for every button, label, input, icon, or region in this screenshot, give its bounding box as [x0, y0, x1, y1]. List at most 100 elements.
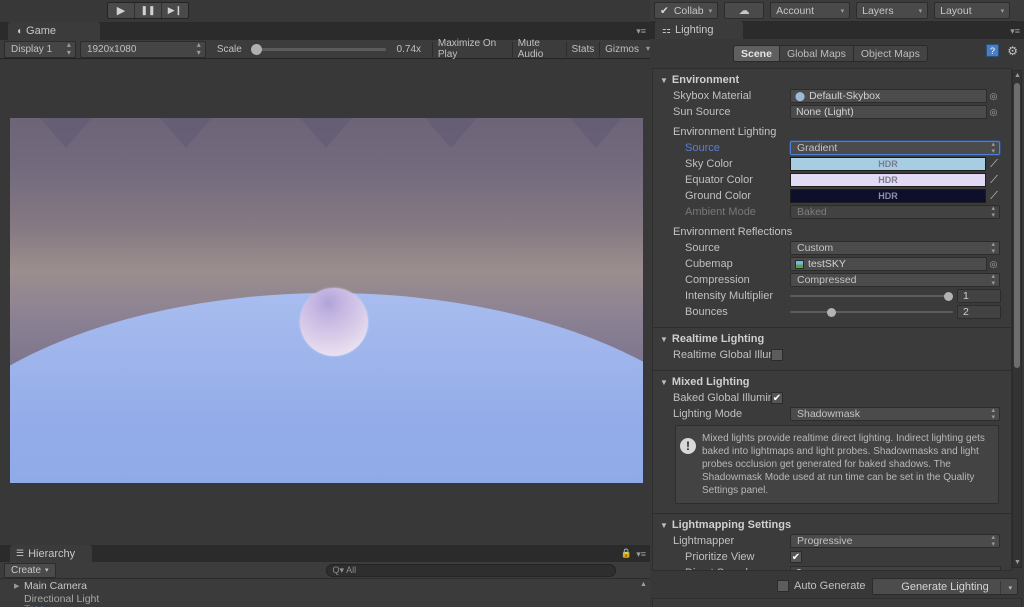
- play-controls[interactable]: ▶ ❚❚ ▶❙: [107, 2, 189, 19]
- equator-color-swatch[interactable]: HDR: [790, 173, 986, 187]
- play-button[interactable]: ▶: [108, 3, 135, 18]
- list-item[interactable]: ▶ Main Camera: [0, 579, 650, 592]
- baked-gi-label: Baked Global Illuminat: [673, 392, 771, 404]
- subtab-object-maps[interactable]: Object Maps: [853, 46, 927, 61]
- auto-generate-toggle[interactable]: Auto Generate: [777, 580, 866, 592]
- lighting-tab-strip: ⚏ Lighting ▾≡: [650, 21, 1024, 39]
- row-bounces: Bounces 2: [653, 304, 1011, 320]
- chevron-down-icon: ▾: [1000, 7, 1005, 15]
- eyedropper-icon[interactable]: ⟋: [986, 174, 1002, 187]
- game-pad-icon: ◖: [16, 25, 23, 37]
- bounces-slider[interactable]: [790, 306, 953, 318]
- object-picker-icon[interactable]: ◎: [987, 91, 1000, 102]
- chevron-updown-icon: ▴ ▾: [991, 273, 995, 287]
- resolution-dropdown[interactable]: 1920x1080 ▴ ▾: [79, 40, 206, 58]
- section-header-lightmapping-settings[interactable]: ▼ Lightmapping Settings: [653, 517, 1011, 533]
- subtab-global-maps[interactable]: Global Maps: [779, 46, 854, 61]
- skybox-material-field[interactable]: ⬤ Default-Skybox: [790, 89, 987, 103]
- layout-button[interactable]: Layout ▾: [934, 2, 1011, 19]
- scrollbar-thumb[interactable]: [1014, 83, 1020, 368]
- row-baked-gi: Baked Global Illuminat ✔: [653, 390, 1011, 406]
- sky-color-swatch[interactable]: HDR: [790, 157, 986, 171]
- display-dropdown[interactable]: Display 1 ▴ ▾: [4, 40, 76, 58]
- mute-audio-toggle[interactable]: Mute Audio: [513, 38, 566, 60]
- scale-slider-knob[interactable]: [250, 43, 262, 55]
- chevron-updown-icon: ▴ ▾: [196, 40, 201, 57]
- bounces-input[interactable]: 2: [957, 305, 1001, 319]
- list-item[interactable]: Directional Light: [0, 592, 650, 605]
- cloud-button[interactable]: ☁: [724, 2, 765, 19]
- skybox-material-label: Skybox Material: [673, 90, 752, 102]
- lighting-window: ✔ Collab ▾ ☁ Account ▾ Layers ▾ Layout ▾…: [650, 0, 1024, 607]
- game-panel-menu-icon[interactable]: ▾≡: [636, 26, 646, 37]
- refl-source-dropdown[interactable]: Custom ▴ ▾: [790, 241, 1000, 255]
- section-header-mixed-lighting[interactable]: ▼ Mixed Lighting: [653, 374, 1011, 390]
- collab-button[interactable]: ✔ Collab ▾: [654, 2, 719, 19]
- scale-slider[interactable]: [250, 43, 386, 55]
- chevron-down-icon[interactable]: ▾: [1008, 584, 1012, 592]
- maximize-on-play-toggle[interactable]: Maximize On Play: [433, 38, 512, 60]
- section-header-realtime-lighting[interactable]: ▼ Realtime Lighting: [653, 331, 1011, 347]
- layers-button[interactable]: Layers ▾: [856, 2, 929, 19]
- lighting-mode-dropdown[interactable]: Shadowmask ▴ ▾: [790, 407, 1000, 421]
- slider-knob[interactable]: [944, 291, 953, 301]
- gizmos-dropdown[interactable]: Gizmos: [600, 44, 644, 55]
- lighting-panel-menu-icon[interactable]: ▾≡: [1010, 26, 1020, 37]
- scroll-up-arrow-icon[interactable]: ▲: [1014, 72, 1021, 79]
- tab-lighting[interactable]: ⚏ Lighting: [655, 21, 743, 39]
- eyedropper-icon[interactable]: ⟋: [986, 158, 1002, 171]
- realtime-gi-checkbox[interactable]: [771, 349, 783, 361]
- game-render-surface[interactable]: [10, 118, 643, 483]
- warning-icon: !: [680, 438, 696, 454]
- mixed-lighting-info-text: Mixed lights provide realtime direct lig…: [702, 433, 985, 496]
- step-button[interactable]: ▶❙: [162, 3, 188, 18]
- slider-knob[interactable]: [826, 307, 836, 317]
- lock-icon[interactable]: 🔒: [621, 548, 632, 559]
- slider-track: [790, 311, 953, 313]
- scroll-up-arrow-icon[interactable]: ▲: [639, 581, 648, 588]
- sun-source-field[interactable]: None (Light): [790, 105, 987, 119]
- auto-generate-checkbox[interactable]: [777, 580, 789, 592]
- mountain-shape: [425, 118, 477, 148]
- stats-toggle[interactable]: Stats: [566, 44, 599, 55]
- object-picker-icon[interactable]: ◎: [987, 107, 1000, 118]
- hierarchy-scrollbar[interactable]: ▲: [639, 581, 648, 605]
- chevron-down-icon: ▾: [708, 7, 713, 15]
- section-header-mixed-lighting-label: Mixed Lighting: [671, 376, 750, 388]
- gear-icon[interactable]: ⚙: [1007, 44, 1018, 58]
- generate-lighting-button[interactable]: Generate Lighting ▾: [872, 578, 1018, 595]
- row-sky-color: Sky Color HDR ⟋: [653, 156, 1011, 172]
- lightmapper-dropdown[interactable]: Progressive ▴ ▾: [790, 534, 1000, 548]
- chevron-updown-icon: ▴ ▾: [991, 205, 995, 219]
- env-source-value: Gradient: [797, 142, 838, 154]
- create-button[interactable]: Create ▾: [4, 562, 56, 578]
- chevron-updown-icon: ▴ ▾: [991, 534, 995, 548]
- eyedropper-icon[interactable]: ⟋: [986, 190, 1002, 203]
- hierarchy-panel-menu-icon[interactable]: ▾≡: [636, 549, 646, 560]
- tab-hierarchy[interactable]: ☰ Hierarchy: [10, 545, 92, 562]
- compression-dropdown[interactable]: Compressed ▴ ▾: [790, 273, 1000, 287]
- chevron-updown-icon: ▴ ▾: [991, 141, 995, 155]
- env-source-dropdown[interactable]: Gradient ▴ ▾: [790, 141, 1000, 155]
- ground-color-swatch[interactable]: HDR: [790, 189, 986, 203]
- lighting-subtab-group[interactable]: Scene Global Maps Object Maps: [733, 45, 928, 62]
- pause-button[interactable]: ❚❚: [135, 3, 162, 18]
- lighting-settings-scrollbar[interactable]: ▲ ▼: [1012, 70, 1022, 568]
- subtab-scene[interactable]: Scene: [734, 46, 780, 61]
- tab-game[interactable]: ◖ Game: [8, 22, 100, 40]
- section-header-environment[interactable]: ▼ Environment: [653, 72, 1011, 88]
- baked-gi-checkbox[interactable]: ✔: [771, 392, 783, 404]
- scroll-down-arrow-icon[interactable]: ▼: [1014, 559, 1021, 566]
- intensity-multiplier-slider[interactable]: [790, 290, 953, 302]
- foldout-arrow-icon: ▼: [660, 334, 668, 344]
- section-header-realtime-lighting-label: Realtime Lighting: [671, 333, 765, 345]
- help-icon[interactable]: ?: [986, 44, 999, 57]
- prioritize-view-checkbox[interactable]: ✔: [790, 551, 802, 563]
- account-button[interactable]: Account ▾: [770, 2, 851, 19]
- hierarchy-search-input[interactable]: Q▾ All: [325, 563, 616, 577]
- object-picker-icon[interactable]: ◎: [987, 259, 1000, 270]
- scale-label: Scale: [216, 43, 242, 55]
- intensity-multiplier-input[interactable]: 1: [957, 289, 1001, 303]
- chevron-right-icon[interactable]: ▶: [14, 582, 24, 590]
- cubemap-field[interactable]: testSKY: [790, 257, 987, 271]
